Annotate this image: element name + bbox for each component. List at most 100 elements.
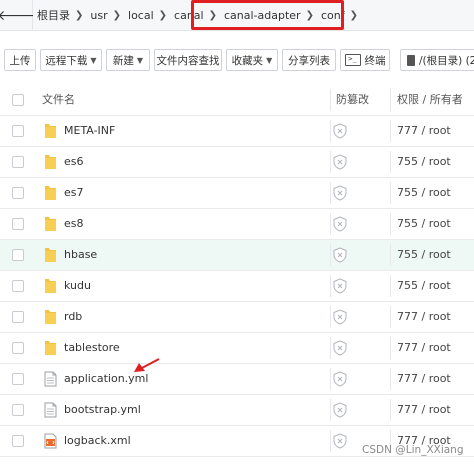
permission-owner[interactable]: 755 / root <box>397 147 451 177</box>
tamper-shield-icon[interactable] <box>333 371 347 390</box>
tamper-shield-icon[interactable] <box>333 402 347 421</box>
breadcrumb-item-usr[interactable]: usr ❯ <box>87 0 125 30</box>
column-divider <box>330 244 331 266</box>
permission-owner[interactable]: 777 / root <box>397 302 451 332</box>
column-divider <box>390 399 391 421</box>
table-row[interactable]: bootstrap.yml 777 / root <box>0 395 474 426</box>
column-divider <box>330 275 331 297</box>
permission-owner[interactable]: 755 / root <box>397 178 451 208</box>
column-divider <box>330 399 331 421</box>
file-name[interactable]: es6 <box>64 147 84 177</box>
content-search-button[interactable]: 文件内容查找 <box>154 49 222 71</box>
row-checkbox[interactable] <box>12 156 24 168</box>
row-checkbox[interactable] <box>12 311 24 323</box>
breadcrumb-item-local[interactable]: local ❯ <box>125 0 171 30</box>
column-divider <box>390 337 391 359</box>
new-button[interactable]: 新建 ▼ <box>106 49 150 71</box>
tamper-shield-icon[interactable] <box>333 154 347 173</box>
table-row[interactable]: kudu 755 / root <box>0 271 474 302</box>
file-name[interactable]: META-INF <box>64 116 115 146</box>
file-name[interactable]: hbase <box>64 240 97 270</box>
share-list-button[interactable]: 分享列表 <box>282 49 336 71</box>
folder-icon <box>44 309 57 328</box>
permission-owner[interactable]: 777 / root <box>397 395 451 425</box>
arrow-left-icon: 🡐 <box>0 7 35 24</box>
remote-download-button[interactable]: 远程下载 ▼ <box>40 49 102 71</box>
chevron-down-icon: ▼ <box>266 55 273 65</box>
column-divider <box>390 306 391 328</box>
file-name[interactable]: logback.xml <box>64 426 131 456</box>
tamper-shield-icon[interactable] <box>333 340 347 359</box>
permission-owner[interactable]: 755 / root <box>397 271 451 301</box>
file-name[interactable]: es8 <box>64 209 84 239</box>
tamper-shield-icon[interactable] <box>333 433 347 452</box>
folder-icon <box>44 340 57 359</box>
row-checkbox[interactable] <box>12 404 24 416</box>
terminal-button[interactable]: >_ 终端 <box>340 49 390 71</box>
row-checkbox[interactable] <box>12 435 24 447</box>
column-divider <box>330 306 331 328</box>
tamper-shield-icon[interactable] <box>333 278 347 297</box>
tamper-shield-icon[interactable] <box>333 309 347 328</box>
file-name[interactable]: bootstrap.yml <box>64 395 141 425</box>
file-icon <box>44 402 57 421</box>
permission-owner[interactable]: 755 / root <box>397 209 451 239</box>
disk-selector[interactable]: /(根目录) (2 <box>400 49 474 71</box>
table-row[interactable]: es8 755 / root <box>0 209 474 240</box>
column-header-permission[interactable]: 权限 / 所有者 <box>397 85 463 115</box>
row-checkbox[interactable] <box>12 342 24 354</box>
tamper-shield-icon[interactable] <box>333 216 347 235</box>
breadcrumb-item-root[interactable]: 根目录 ❯ <box>34 0 87 30</box>
table-row[interactable]: hbase 755 / root <box>0 240 474 271</box>
file-name[interactable]: kudu <box>64 271 91 301</box>
row-checkbox[interactable] <box>12 187 24 199</box>
table-row[interactable]: META-INF 777 / root <box>0 116 474 147</box>
table-row[interactable]: rdb 777 / root <box>0 302 474 333</box>
table-row[interactable]: application.yml 777 / root <box>0 364 474 395</box>
upload-button[interactable]: 上传 <box>4 49 36 71</box>
column-divider <box>330 213 331 235</box>
column-header-tamper: 防篡改 <box>336 93 369 106</box>
column-divider <box>330 182 331 204</box>
folder-icon <box>44 278 57 297</box>
column-divider <box>390 244 391 266</box>
column-divider <box>390 89 391 111</box>
permission-owner[interactable]: 777 / root <box>397 364 451 394</box>
column-divider <box>330 430 331 452</box>
chevron-right-icon: ❯ <box>112 9 122 21</box>
table-row[interactable]: es7 755 / root <box>0 178 474 209</box>
permission-owner[interactable]: 755 / root <box>397 240 451 270</box>
file-name[interactable]: es7 <box>64 178 84 208</box>
column-divider <box>390 368 391 390</box>
tamper-shield-icon[interactable] <box>333 123 347 142</box>
folder-icon <box>44 247 57 266</box>
row-checkbox[interactable] <box>12 280 24 292</box>
row-checkbox[interactable] <box>12 125 24 137</box>
permission-owner[interactable]: 777 / root <box>397 333 451 363</box>
tamper-shield-icon[interactable] <box>333 185 347 204</box>
file-name[interactable]: rdb <box>64 302 82 332</box>
file-name[interactable]: tablestore <box>64 333 120 363</box>
select-all-checkbox[interactable] <box>12 94 24 106</box>
column-divider <box>330 368 331 390</box>
folder-icon <box>44 216 57 235</box>
xml-file-icon <box>44 433 57 452</box>
column-divider <box>390 213 391 235</box>
folder-icon <box>44 185 57 204</box>
tamper-shield-icon[interactable] <box>333 247 347 266</box>
row-checkbox[interactable] <box>12 218 24 230</box>
chevron-right-icon: ❯ <box>75 9 84 21</box>
back-button[interactable]: 🡐 <box>0 0 35 30</box>
watermark: CSDN @Lin_XXiang <box>362 444 464 456</box>
column-divider <box>390 120 391 142</box>
column-header-name[interactable]: 文件名 <box>42 85 75 115</box>
table-row[interactable]: es6 755 / root <box>0 147 474 178</box>
column-divider <box>390 151 391 173</box>
favorites-button[interactable]: 收藏夹 ▼ <box>226 49 278 71</box>
table-row[interactable]: tablestore 777 / root <box>0 333 474 364</box>
row-checkbox[interactable] <box>12 373 24 385</box>
permission-owner[interactable]: 777 / root <box>397 116 451 146</box>
terminal-icon: >_ <box>344 54 361 66</box>
row-checkbox[interactable] <box>12 249 24 261</box>
red-highlight-box <box>191 0 344 30</box>
